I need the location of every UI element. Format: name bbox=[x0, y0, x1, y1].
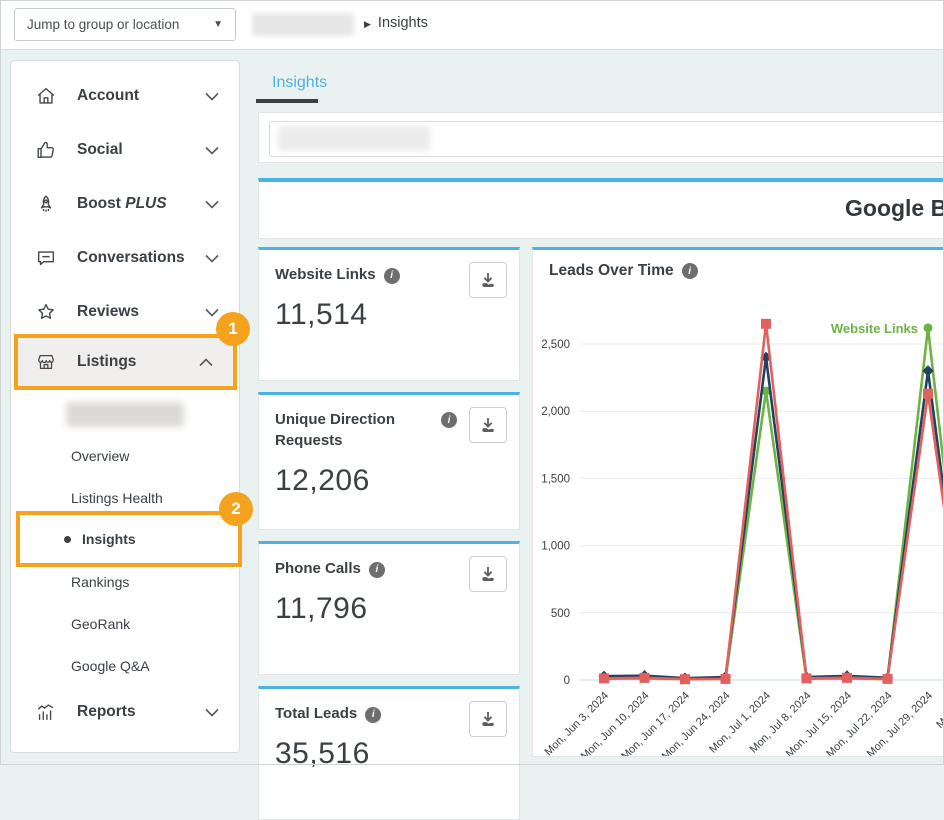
chevron-down-icon bbox=[205, 146, 219, 155]
section-heading-panel: Google Bus bbox=[258, 178, 944, 239]
metric-card-website-links: Website Linksi 11,514 bbox=[258, 247, 520, 381]
download-icon bbox=[478, 709, 498, 729]
thumbs-up-icon bbox=[35, 139, 57, 161]
boost-plus-suffix: PLUS bbox=[125, 195, 166, 212]
svg-text:1,000: 1,000 bbox=[541, 541, 570, 553]
card-title: Total Leadsi bbox=[275, 703, 430, 724]
sidebar-item-label: Account bbox=[77, 87, 139, 105]
info-icon[interactable]: i bbox=[365, 707, 381, 723]
storefront-icon bbox=[35, 351, 57, 373]
info-icon[interactable]: i bbox=[441, 412, 457, 428]
card-value: 11,796 bbox=[275, 592, 503, 626]
sub-item-label: GeoRank bbox=[71, 616, 130, 632]
download-button[interactable] bbox=[469, 556, 507, 592]
sidebar-item-account[interactable]: Account bbox=[11, 69, 239, 123]
tab-insights[interactable]: Insights bbox=[272, 74, 327, 92]
chevron-down-icon bbox=[205, 254, 219, 263]
app-root: { "topbar": { "jump_dropdown": "Jump to … bbox=[0, 0, 944, 765]
breadcrumb-location-redacted bbox=[252, 13, 354, 36]
card-value: 12,206 bbox=[275, 464, 503, 498]
download-icon bbox=[478, 415, 498, 435]
breadcrumb-current: Insights bbox=[378, 15, 428, 31]
breadcrumb: ▶ Insights bbox=[364, 15, 428, 31]
card-value: 35,516 bbox=[275, 737, 503, 771]
card-title: Unique Direction Requests bbox=[275, 409, 430, 451]
sub-item-label: Listings Health bbox=[71, 490, 163, 506]
chevron-down-icon bbox=[205, 708, 219, 717]
svg-text:Mon, Aug: Mon, Aug bbox=[934, 690, 944, 731]
sidebar-item-label: Reviews bbox=[77, 303, 139, 321]
info-icon[interactable]: i bbox=[369, 562, 385, 578]
chat-icon bbox=[35, 247, 57, 269]
sidebar-item-social[interactable]: Social bbox=[11, 123, 239, 177]
breadcrumb-arrow-icon: ▶ bbox=[364, 18, 371, 29]
svg-text:2,500: 2,500 bbox=[541, 339, 570, 351]
sidebar-item-overview[interactable]: Overview bbox=[11, 435, 239, 477]
chevron-down-icon bbox=[205, 200, 219, 209]
download-icon bbox=[478, 564, 498, 584]
sidebar-item-conversations[interactable]: Conversations bbox=[11, 231, 239, 285]
section-heading: Google Bus bbox=[845, 195, 944, 222]
chart-series-label: Website Links bbox=[831, 321, 918, 336]
sidebar-item-listings-health[interactable]: Listings Health bbox=[11, 477, 239, 519]
card-value: 11,514 bbox=[275, 298, 503, 332]
sidebar-item-label: Conversations bbox=[77, 249, 185, 267]
metric-card-unique-direction-requests: Unique Direction Requests i 12,206 bbox=[258, 392, 520, 530]
top-bar: Jump to group or location ▼ ▶ Insights bbox=[0, 0, 944, 50]
annotation-step-1-badge: 1 bbox=[216, 312, 250, 346]
chevron-up-icon bbox=[199, 358, 213, 367]
sub-item-label: Overview bbox=[71, 448, 129, 464]
chevron-down-icon bbox=[205, 92, 219, 101]
metric-card-total-leads: Total Leadsi 35,516 bbox=[258, 686, 520, 820]
svg-text:0: 0 bbox=[564, 675, 570, 687]
filter-bar bbox=[258, 112, 944, 163]
active-bullet-icon bbox=[64, 536, 71, 543]
caret-down-icon: ▼ bbox=[213, 19, 223, 30]
svg-text:1,500: 1,500 bbox=[541, 473, 570, 485]
sidebar-item-rankings[interactable]: Rankings bbox=[11, 561, 239, 603]
svg-text:500: 500 bbox=[551, 608, 570, 620]
sub-item-label: Rankings bbox=[71, 574, 129, 590]
filter-chip-redacted bbox=[278, 126, 430, 151]
svg-text:2,000: 2,000 bbox=[541, 406, 570, 418]
sidebar-item-reports[interactable]: Reports bbox=[11, 685, 239, 739]
download-button[interactable] bbox=[469, 262, 507, 298]
star-icon bbox=[35, 301, 57, 323]
sub-item-label: Insights bbox=[82, 531, 136, 547]
sub-item-label: Google Q&A bbox=[71, 658, 150, 674]
card-title: Website Linksi bbox=[275, 264, 430, 285]
sidebar-item-listings[interactable]: Listings bbox=[18, 338, 233, 386]
download-icon bbox=[478, 270, 498, 290]
sidebar-item-label: Social bbox=[77, 141, 123, 159]
annotation-step-2-badge: 2 bbox=[219, 492, 253, 526]
info-icon[interactable]: i bbox=[384, 268, 400, 284]
sidebar-item-label: Boost PLUS bbox=[77, 195, 167, 213]
tab-active-underline bbox=[256, 99, 318, 103]
rocket-icon bbox=[35, 193, 57, 215]
sidebar-nav: Account Social Boost PLUS Conversations … bbox=[10, 60, 240, 753]
sidebar-item-reviews[interactable]: Reviews bbox=[11, 285, 239, 339]
jump-dropdown-label: Jump to group or location bbox=[27, 17, 179, 32]
leads-over-time-chart-card: Leads Over Timei 05001,0001,5002,0002,50… bbox=[532, 247, 944, 757]
metric-card-phone-calls: Phone Callsi 11,796 bbox=[258, 541, 520, 675]
download-button[interactable] bbox=[469, 701, 507, 737]
sidebar-subitem-redacted bbox=[66, 402, 184, 427]
location-filter-input[interactable] bbox=[269, 121, 944, 157]
sidebar-item-label: Reports bbox=[77, 703, 136, 721]
jump-to-group-dropdown[interactable]: Jump to group or location ▼ bbox=[14, 8, 236, 41]
chevron-down-icon bbox=[205, 308, 219, 317]
bar-chart-icon bbox=[35, 701, 57, 723]
sidebar-item-boost-plus[interactable]: Boost PLUS bbox=[11, 177, 239, 231]
sidebar-item-label: Listings bbox=[77, 353, 136, 371]
leads-over-time-chart: 05001,0001,5002,0002,500Mon, Jun 3, 2024… bbox=[533, 250, 944, 756]
sidebar-item-georank[interactable]: GeoRank bbox=[11, 603, 239, 645]
sidebar-item-insights-active[interactable]: Insights bbox=[20, 515, 238, 563]
card-title: Phone Callsi bbox=[275, 558, 430, 579]
sidebar-item-google-qa[interactable]: Google Q&A bbox=[11, 645, 239, 687]
download-button[interactable] bbox=[469, 407, 507, 443]
home-icon bbox=[35, 85, 57, 107]
